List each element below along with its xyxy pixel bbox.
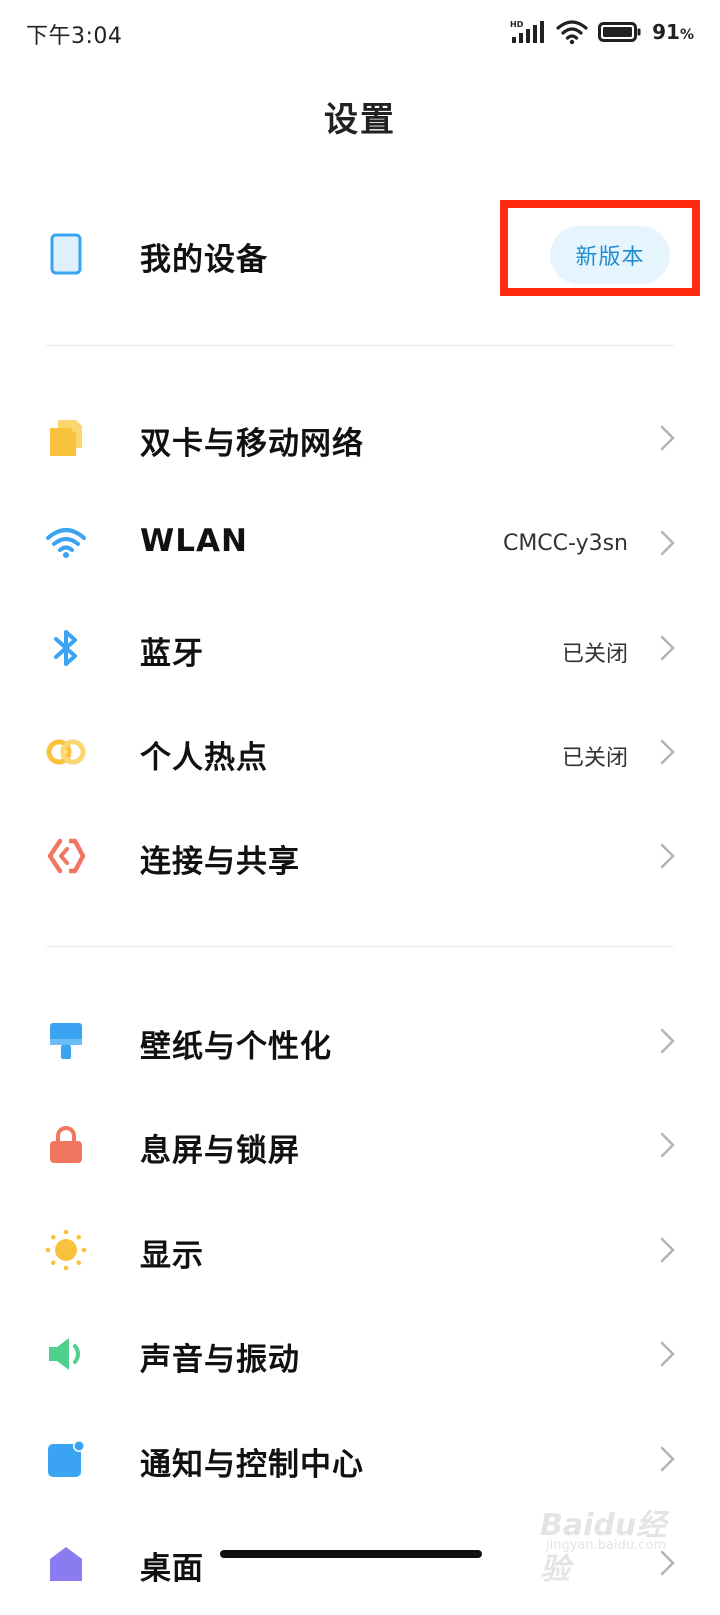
sim-card-icon xyxy=(44,416,88,460)
home-icon xyxy=(44,1541,88,1585)
status-time: 下午3:04 xyxy=(26,24,123,49)
signal-icon: HD xyxy=(510,20,545,43)
chevron-right-icon xyxy=(660,739,675,765)
chevron-right-icon xyxy=(660,635,675,661)
watermark: Baidu经验 jingyan.baidu.com xyxy=(540,1494,670,1587)
notifications-label: 通知与控制中心 xyxy=(140,1447,364,1483)
sidebar-item-wlan[interactable]: WLAN CMCC-y3sn xyxy=(0,491,720,595)
home-indicator[interactable] xyxy=(220,1550,482,1558)
wifi-icon xyxy=(44,521,88,565)
speaker-icon xyxy=(44,1332,88,1376)
status-icons: HD 91% xyxy=(510,18,694,46)
wlan-value: CMCC-y3sn xyxy=(502,531,628,556)
notification-icon xyxy=(44,1437,88,1481)
chevron-right-icon xyxy=(660,1237,675,1263)
phone-icon xyxy=(44,232,88,276)
new-version-badge[interactable]: 新版本 xyxy=(550,226,670,284)
brightness-icon xyxy=(44,1228,88,1272)
hotspot-label: 个人热点 xyxy=(140,740,268,776)
sidebar-item-sound[interactable]: 声音与振动 xyxy=(0,1302,720,1406)
chevron-right-icon xyxy=(660,425,675,451)
battery-icon xyxy=(598,22,641,42)
connection-share-icon xyxy=(44,834,88,878)
wlan-label: WLAN xyxy=(140,523,248,559)
bluetooth-icon xyxy=(44,626,88,670)
status-bar: 下午3:04 HD 91% xyxy=(0,0,720,64)
sound-label: 声音与振动 xyxy=(140,1342,300,1378)
chevron-right-icon xyxy=(660,1132,675,1158)
sidebar-item-lock-screen[interactable]: 息屏与锁屏 xyxy=(0,1093,720,1197)
hotspot-icon xyxy=(44,730,88,774)
watermark-sub: jingyan.baidu.com xyxy=(546,1538,666,1553)
bluetooth-label: 蓝牙 xyxy=(140,636,204,672)
chevron-right-icon xyxy=(660,1028,675,1054)
battery-percent: 91% xyxy=(652,20,694,44)
divider xyxy=(46,946,674,947)
chevron-right-icon xyxy=(660,530,675,556)
chevron-right-icon xyxy=(660,1341,675,1367)
sidebar-item-hotspot[interactable]: 个人热点 已关闭 xyxy=(0,700,720,804)
dual-sim-label: 双卡与移动网络 xyxy=(140,426,364,462)
home-screen-label: 桌面 xyxy=(140,1551,204,1587)
connection-share-label: 连接与共享 xyxy=(140,844,300,880)
hd-badge-icon: HD xyxy=(510,20,524,29)
sidebar-item-bluetooth[interactable]: 蓝牙 已关闭 xyxy=(0,596,720,700)
page-title: 设置 xyxy=(324,100,396,140)
bluetooth-value: 已关闭 xyxy=(561,642,628,667)
chevron-right-icon xyxy=(660,843,675,869)
wallpaper-label: 壁纸与个性化 xyxy=(140,1029,332,1065)
sidebar-item-connection-share[interactable]: 连接与共享 xyxy=(0,804,720,908)
hotspot-value: 已关闭 xyxy=(561,746,628,771)
wallpaper-icon xyxy=(44,1019,88,1063)
sidebar-item-dual-sim[interactable]: 双卡与移动网络 xyxy=(0,386,720,490)
chevron-right-icon xyxy=(660,1446,675,1472)
lock-icon xyxy=(44,1123,88,1167)
display-label: 显示 xyxy=(140,1238,204,1274)
wifi-icon xyxy=(556,20,588,45)
sidebar-item-wallpaper[interactable]: 壁纸与个性化 xyxy=(0,989,720,1093)
lock-screen-label: 息屏与锁屏 xyxy=(140,1133,300,1169)
sidebar-item-display[interactable]: 显示 xyxy=(0,1198,720,1302)
my-device-label: 我的设备 xyxy=(140,242,268,278)
divider xyxy=(46,345,674,346)
